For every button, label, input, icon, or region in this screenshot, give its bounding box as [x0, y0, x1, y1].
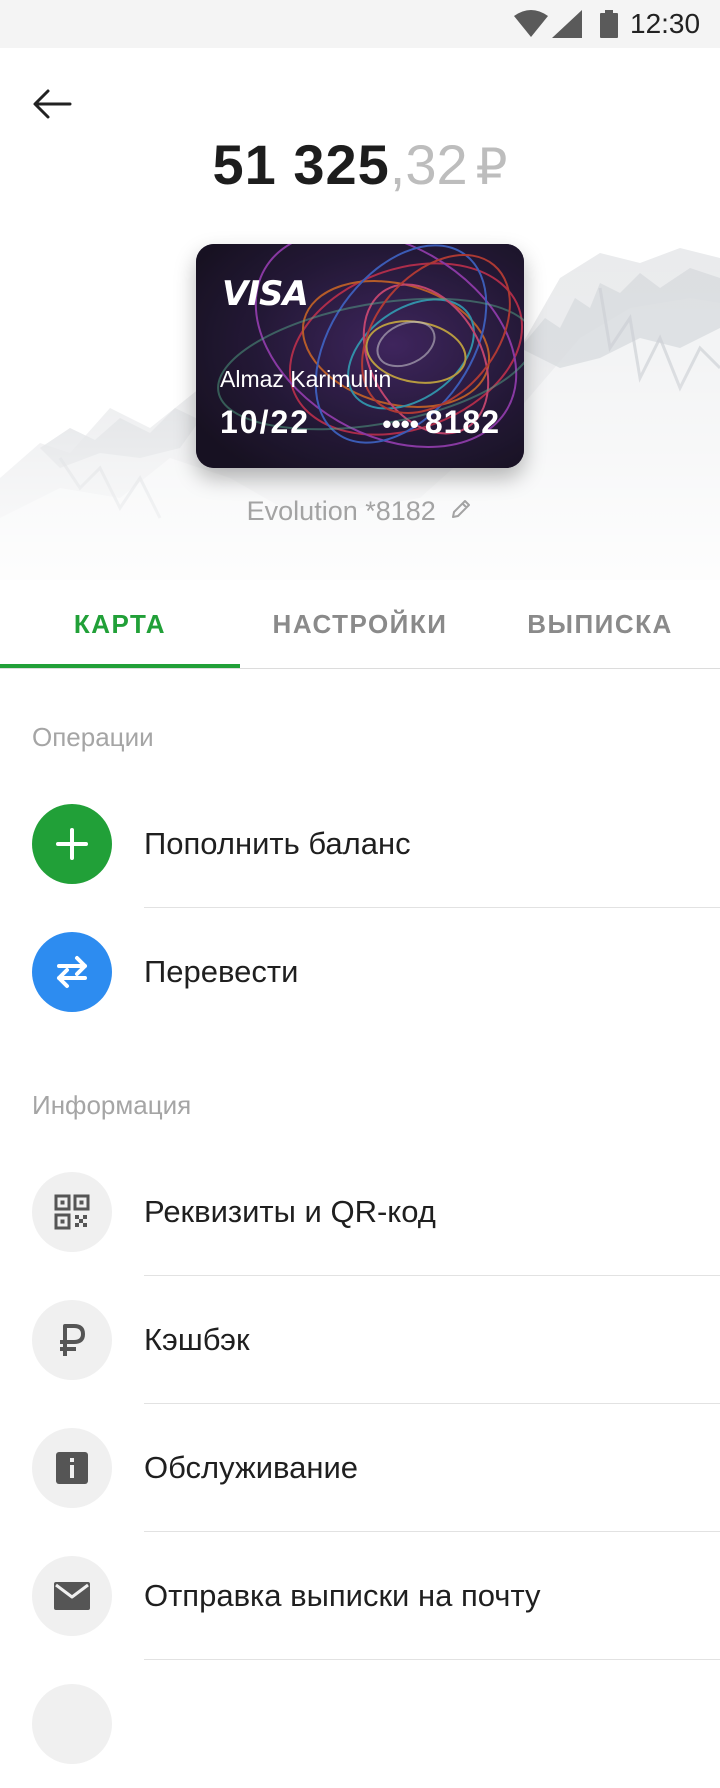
list-item-requisites[interactable]: Реквизиты и QR-код: [0, 1148, 720, 1276]
list-item-service[interactable]: Обслуживание: [0, 1404, 720, 1532]
list-item-label: Перевести: [144, 954, 299, 989]
card-number: •••• 8182: [382, 404, 500, 441]
balance-cents: ,32: [389, 133, 468, 196]
list-item-partial[interactable]: [0, 1660, 720, 1788]
status-bar: 12:30: [0, 0, 720, 48]
plus-icon: [56, 828, 88, 860]
list-item-label: Реквизиты и QR-код: [144, 1194, 436, 1229]
list-item-cashback[interactable]: Кэшбэк: [0, 1276, 720, 1404]
top-up-icon-circle: [32, 804, 112, 884]
list-item-top-up[interactable]: Пополнить баланс: [0, 780, 720, 908]
battery-icon: [600, 10, 618, 38]
bank-card[interactable]: VISA Almaz Karimullin 10/22 •••• 8182: [196, 244, 524, 468]
list-item-label: Отправка выписки на почту: [144, 1578, 541, 1613]
qr-icon-circle: [32, 1172, 112, 1252]
arrow-left-icon: [33, 89, 72, 119]
card-last-digits: 8182: [424, 404, 500, 440]
tab-card[interactable]: КАРТА: [0, 580, 240, 668]
tab-settings[interactable]: НАСТРОЙКИ: [240, 580, 480, 668]
mail-icon-circle: [32, 1556, 112, 1636]
status-time: 12:30: [630, 8, 701, 39]
list-item-label: Обслуживание: [144, 1450, 359, 1485]
partial-icon-circle: [32, 1684, 112, 1764]
card-display-name-text: Evolution *8182: [246, 496, 436, 526]
info-icon-circle: [32, 1428, 112, 1508]
mail-icon: [54, 1582, 90, 1610]
currency-symbol: ₽: [475, 139, 508, 195]
signal-icon: [552, 10, 582, 38]
back-button[interactable]: [26, 78, 78, 130]
list-item-label: Кэшбэк: [144, 1322, 250, 1357]
wifi-icon: [514, 10, 548, 37]
card-expiry: 10/22: [220, 404, 311, 440]
info-icon: [56, 1452, 88, 1484]
card-display-name: Evolution *8182: [0, 496, 720, 528]
section-title-information: Информация: [32, 1090, 192, 1120]
balance-amount: 51 325,32 ₽: [0, 132, 720, 197]
qr-code-icon: [54, 1194, 90, 1230]
balance-whole: 51 325: [212, 133, 390, 196]
list-item-email-statement[interactable]: Отправка выписки на почту: [0, 1532, 720, 1660]
list-item-label: Пополнить баланс: [144, 826, 411, 861]
ruble-icon: [60, 1324, 85, 1356]
card-number-mask: ••••: [382, 409, 419, 439]
tab-statement[interactable]: ВЫПИСКА: [480, 580, 720, 668]
card-holder-name: Almaz Karimullin: [220, 366, 392, 392]
ruble-icon-circle: [32, 1300, 112, 1380]
list-item-transfer[interactable]: Перевести: [0, 908, 720, 1036]
pencil-icon[interactable]: [449, 497, 473, 528]
transfer-arrows-icon: [57, 956, 87, 988]
transfer-icon-circle: [32, 932, 112, 1012]
tab-active-indicator: [0, 664, 240, 668]
visa-logo: VISA: [222, 274, 309, 314]
section-title-operations: Операции: [32, 722, 154, 752]
tab-bar: КАРТА НАСТРОЙКИ ВЫПИСКА: [0, 580, 720, 669]
